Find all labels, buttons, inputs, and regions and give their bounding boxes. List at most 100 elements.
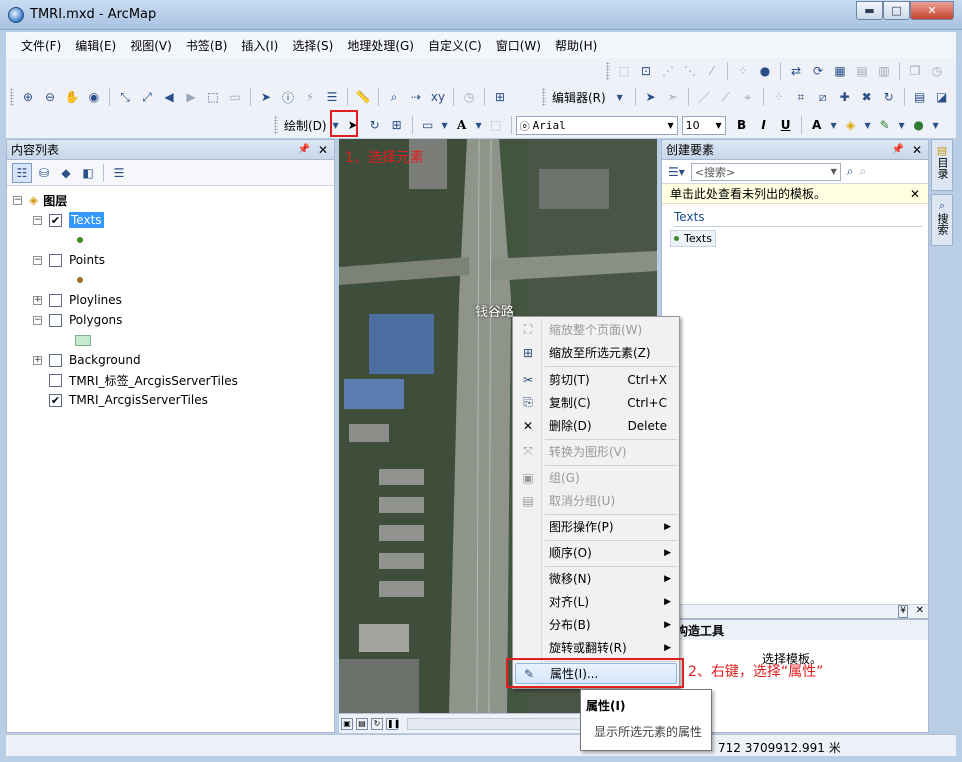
layer-name[interactable]: Points [69, 253, 105, 267]
rotate-icon[interactable]: ⟳ [808, 61, 828, 81]
chevron-down-icon[interactable]: ▼ [863, 115, 873, 135]
chevron-down-icon[interactable]: ▼ [440, 115, 450, 135]
point-symbol-green[interactable] [77, 237, 83, 243]
line-color-pen-icon[interactable]: ✎ [875, 115, 895, 135]
menu-convert-to-graphics[interactable]: ⤧ 转换为图形(V) [515, 441, 677, 462]
marker-color-icon[interactable]: ● [909, 115, 929, 135]
split-icon[interactable]: ⁄ [702, 61, 722, 81]
split-tool-icon[interactable]: ✚ [835, 87, 855, 107]
organize-templates-icon[interactable]: ☰▾ [668, 165, 685, 179]
collapse-panel-icon[interactable]: ¥ [898, 605, 908, 618]
layer-visibility-checkbox[interactable]: ✔ [49, 393, 62, 407]
collapse-icon[interactable]: − [13, 195, 22, 205]
create-viewer-icon[interactable]: ⊞ [490, 87, 510, 107]
select-elements-icon[interactable]: ➤ [256, 87, 276, 107]
close-icon[interactable]: ✕ [910, 187, 920, 201]
menu-edit[interactable]: 编辑(E) [68, 37, 123, 54]
menu-bookmarks[interactable]: 书签(B) [179, 37, 235, 54]
pin-icon[interactable]: 📌 [891, 144, 903, 155]
sketch-properties-icon[interactable]: ▤ [910, 87, 930, 107]
stack-icon[interactable]: ❐ [905, 61, 925, 81]
layer-name[interactable]: Polygons [69, 313, 122, 327]
collapse-icon[interactable]: − [33, 315, 42, 325]
data-view-icon[interactable]: ▣ [341, 717, 353, 730]
layer-visibility-checkbox[interactable] [49, 313, 62, 327]
attributes-icon[interactable]: ↻ [879, 87, 899, 107]
chevron-down-icon[interactable]: ▼ [897, 115, 907, 135]
cut-polygons-icon[interactable]: ⧄ [813, 87, 833, 107]
layer-row-server-tiles[interactable]: ✔ TMRI_ArcgisServerTiles [13, 390, 334, 410]
list-by-visibility-icon[interactable]: ◆ [56, 163, 76, 183]
font-size-select[interactable]: 10 ▼ [681, 115, 726, 135]
menu-help[interactable]: 帮助(H) [548, 37, 604, 54]
transform-icon[interactable]: ⇄ [786, 61, 806, 81]
layer-visibility-checkbox[interactable] [49, 353, 62, 367]
close-icon[interactable]: ✕ [318, 143, 328, 157]
menu-geoprocessing[interactable]: 地理处理(G) [340, 37, 421, 54]
catalog-tab[interactable]: ▤ 目录 [931, 139, 953, 191]
back-arrow-icon[interactable]: ◀ [159, 87, 179, 107]
expand-icon[interactable]: + [33, 295, 42, 305]
toc-options-icon[interactable]: ☰ [109, 163, 129, 183]
list-by-source-icon[interactable]: ⛁ [34, 163, 54, 183]
menu-windows[interactable]: 窗口(W) [489, 37, 548, 54]
chevron-down-icon[interactable]: ▼ [831, 167, 837, 176]
hyperlink-icon[interactable]: ⚡ [300, 87, 320, 107]
layer-name[interactable]: Background [69, 353, 141, 367]
menu-rotate-or-flip[interactable]: 旋转或翻转(R) ▶ [515, 637, 677, 658]
layout-view-icon[interactable]: ▤ [356, 717, 368, 730]
close-button[interactable]: ✕ [910, 1, 954, 20]
layout-icon[interactable]: ▥ [874, 61, 894, 81]
unlisted-templates-bar[interactable]: 单击此处查看未列出的模板。 ✕ [662, 184, 928, 204]
chevron-down-icon[interactable]: ▼ [931, 115, 941, 135]
underline-button[interactable]: U [776, 115, 796, 135]
point-symbol-brown[interactable] [77, 277, 83, 283]
edit-vertices-draw-icon[interactable]: ⬚ [486, 115, 506, 135]
search-icon[interactable]: ⌕ [847, 164, 854, 179]
polygon-symbol[interactable] [75, 334, 91, 346]
menu-customize[interactable]: 自定义(C) [421, 37, 489, 54]
layer-name[interactable]: Ploylines [69, 293, 122, 307]
pin-icon[interactable]: 📌 [297, 144, 309, 155]
font-name-select[interactable]: ⓞ Arial ▼ [515, 115, 678, 135]
clear-selection-icon[interactable]: ▭ [225, 87, 245, 107]
toolbar-grip[interactable] [606, 62, 610, 80]
italic-button[interactable]: I [754, 115, 774, 135]
point-icon[interactable]: ⌖ [738, 87, 758, 107]
layer-name[interactable]: TMRI_ArcgisServerTiles [69, 393, 208, 407]
edit-tool-icon[interactable]: ➤ [641, 87, 661, 107]
menu-ungroup[interactable]: ▤ 取消分组(U) [515, 490, 677, 511]
layers-root[interactable]: − ◈ 图层 [13, 190, 334, 210]
menu-graphic-operations[interactable]: 图形操作(P) ▶ [515, 516, 677, 537]
identify-icon[interactable]: ⓘ [278, 87, 298, 107]
close-icon[interactable]: ✕ [912, 143, 922, 157]
layer-row-points[interactable]: − Points [13, 250, 334, 270]
select-features-icon[interactable]: ⬚ [203, 87, 223, 107]
go-to-xy-icon[interactable]: xy [428, 87, 448, 107]
bold-button[interactable]: B [732, 115, 752, 135]
snap-icon[interactable]: ⁘ [733, 61, 753, 81]
table-icon[interactable]: ▤ [852, 61, 872, 81]
find-binoculars-icon[interactable]: ⌕ [384, 87, 404, 107]
toolbar-grip[interactable] [10, 88, 14, 106]
reshape-feature-icon[interactable]: ⌗ [791, 87, 811, 107]
menu-align[interactable]: 对齐(L) ▶ [515, 591, 677, 612]
menu-delete[interactable]: ✕ 删除(D) Delete [515, 415, 677, 436]
zoom-out-icon[interactable]: ⊖ [40, 87, 60, 107]
maximize-button[interactable]: □ [883, 1, 910, 20]
search-tab[interactable]: ⌕ 搜索 [931, 194, 953, 246]
html-popup-icon[interactable]: ☰ [322, 87, 342, 107]
layer-visibility-checkbox[interactable]: ✔ [49, 213, 62, 227]
globe-ball-icon[interactable]: ● [755, 61, 775, 81]
reshape-icon[interactable]: ⋰ [658, 61, 678, 81]
refresh-icon[interactable]: ↻ [371, 717, 383, 730]
edit-vertices-2-icon[interactable]: ⁘ [769, 87, 789, 107]
layer-row-ploylines[interactable]: + Ploylines [13, 290, 334, 310]
minimize-button[interactable]: ▬ [856, 1, 883, 20]
grid-icon[interactable]: ▦ [830, 61, 850, 81]
menu-zoom-to-selected[interactable]: ⊞ 缩放至所选元素(Z) [515, 342, 677, 363]
chevron-down-icon[interactable]: ▼ [829, 115, 839, 135]
layer-name[interactable]: TMRI_标签_ArcgisServerTiles [69, 372, 238, 389]
zoom-to-elements-icon[interactable]: ⊞ [387, 115, 407, 135]
measure-icon[interactable]: 📏 [353, 87, 373, 107]
